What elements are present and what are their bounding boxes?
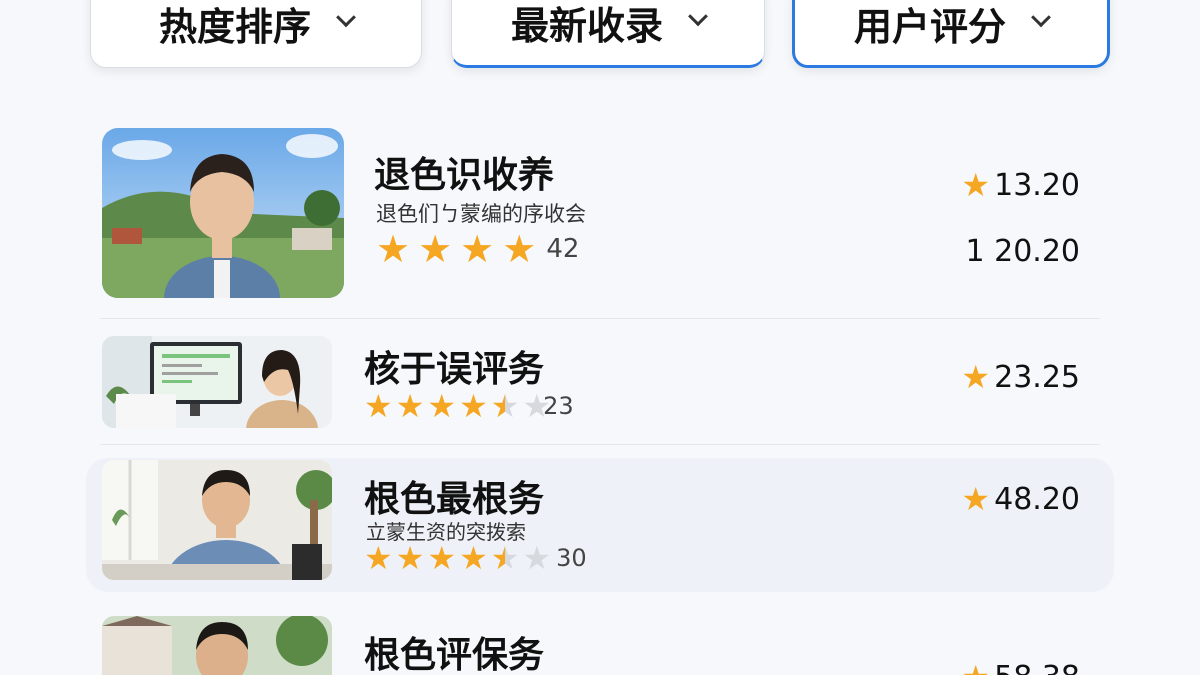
star-icon: ★ [459, 387, 488, 425]
star-icon: ★ [459, 539, 488, 577]
star-icon: ★ [364, 387, 393, 425]
star-icon: ★ [961, 480, 991, 518]
item-title[interactable]: 根色最根务 [364, 470, 544, 522]
star-icon: ★ [961, 358, 991, 396]
list-item-selected[interactable]: 根色最根务 立蒙生资的突拨索 ★ ★ ★ ★ ★ ★ 30 ★ 48.20 [86, 458, 1114, 592]
star-icon: ★ [376, 227, 411, 271]
review-count: 42 [546, 234, 580, 264]
star-icon: ★ [427, 387, 457, 425]
sort-hot-button[interactable]: 热度排序 [90, 0, 422, 68]
half-star-icon: ★ [490, 387, 520, 425]
item-thumbnail [102, 128, 344, 298]
review-count: 30 [556, 544, 587, 572]
sort-newest-button[interactable]: 最新收录 [451, 0, 765, 68]
result-list: 退色识收养 退色们ㄅ蒙编的序收会 ★ ★ ★ ★ 42 ★ 13.20 1 20… [0, 0, 1200, 675]
item-score: ★ 58.38 [961, 658, 1080, 675]
star-icon: ★ [961, 166, 991, 204]
item-score: ★ 23.25 [961, 358, 1080, 396]
sort-hot-label: 热度排序 [158, 4, 311, 49]
item-title[interactable]: 根色评保务 [364, 626, 544, 675]
score-value: 48.20 [994, 481, 1080, 517]
half-star-icon: ★ [490, 539, 520, 577]
star-icon: ★ [418, 227, 453, 271]
score-value: 23.25 [994, 359, 1080, 395]
divider [100, 444, 1100, 445]
star-icon: ★ [395, 387, 425, 425]
rating-stars: ★ ★ ★ ★ ★ ★ 30 [364, 542, 587, 574]
score-value: 58.38 [994, 660, 1080, 675]
item-subtitle: 退色们ㄅ蒙编的序收会 [376, 202, 586, 226]
rating-stars: ★ ★ ★ ★ ★ ★ 23 [364, 390, 574, 422]
list-item[interactable]: 核于误评务 ★ ★ ★ ★ ★ ★ 23 ★ 23.25 [86, 326, 1114, 438]
chevron-down-icon [1031, 7, 1051, 28]
star-icon: ★ [427, 539, 457, 577]
item-score: ★ 13.20 [961, 166, 1080, 204]
item-thumbnail [102, 616, 332, 675]
item-title[interactable]: 核于误评务 [364, 340, 544, 392]
sort-rating-label: 用户评分 [853, 4, 1006, 49]
sort-newest-label: 最新收录 [510, 3, 663, 48]
list-item[interactable]: 根色评保务 ★ 58.38 [86, 606, 1114, 675]
item-score-secondary: 1 20.20 [965, 234, 1080, 269]
sort-toolbar: 热度排序 最新收录 用户评分 [0, 0, 1200, 73]
sort-rating-button[interactable]: 用户评分 [792, 0, 1110, 68]
chevron-down-icon [336, 7, 356, 28]
chevron-down-icon [688, 6, 708, 27]
divider [100, 318, 1100, 319]
list-item[interactable]: 退色识收养 退色们ㄅ蒙编的序收会 ★ ★ ★ ★ 42 ★ 13.20 1 20… [86, 118, 1114, 308]
item-thumbnail [102, 460, 332, 580]
item-score: ★ 48.20 [961, 480, 1080, 518]
star-icon: ★ [502, 227, 537, 271]
item-thumbnail [102, 336, 332, 428]
item-title[interactable]: 退色识收养 [374, 146, 554, 198]
score-value: 1 20.20 [965, 234, 1080, 269]
star-icon: ★ [364, 539, 393, 577]
empty-star-icon: ★ [522, 539, 552, 577]
star-icon: ★ [460, 227, 495, 271]
star-icon: ★ [395, 539, 425, 577]
star-icon: ★ [961, 658, 990, 675]
score-value: 13.20 [994, 167, 1080, 203]
rating-stars: ★ ★ ★ ★ 42 [376, 230, 579, 268]
review-count: 23 [543, 392, 574, 420]
